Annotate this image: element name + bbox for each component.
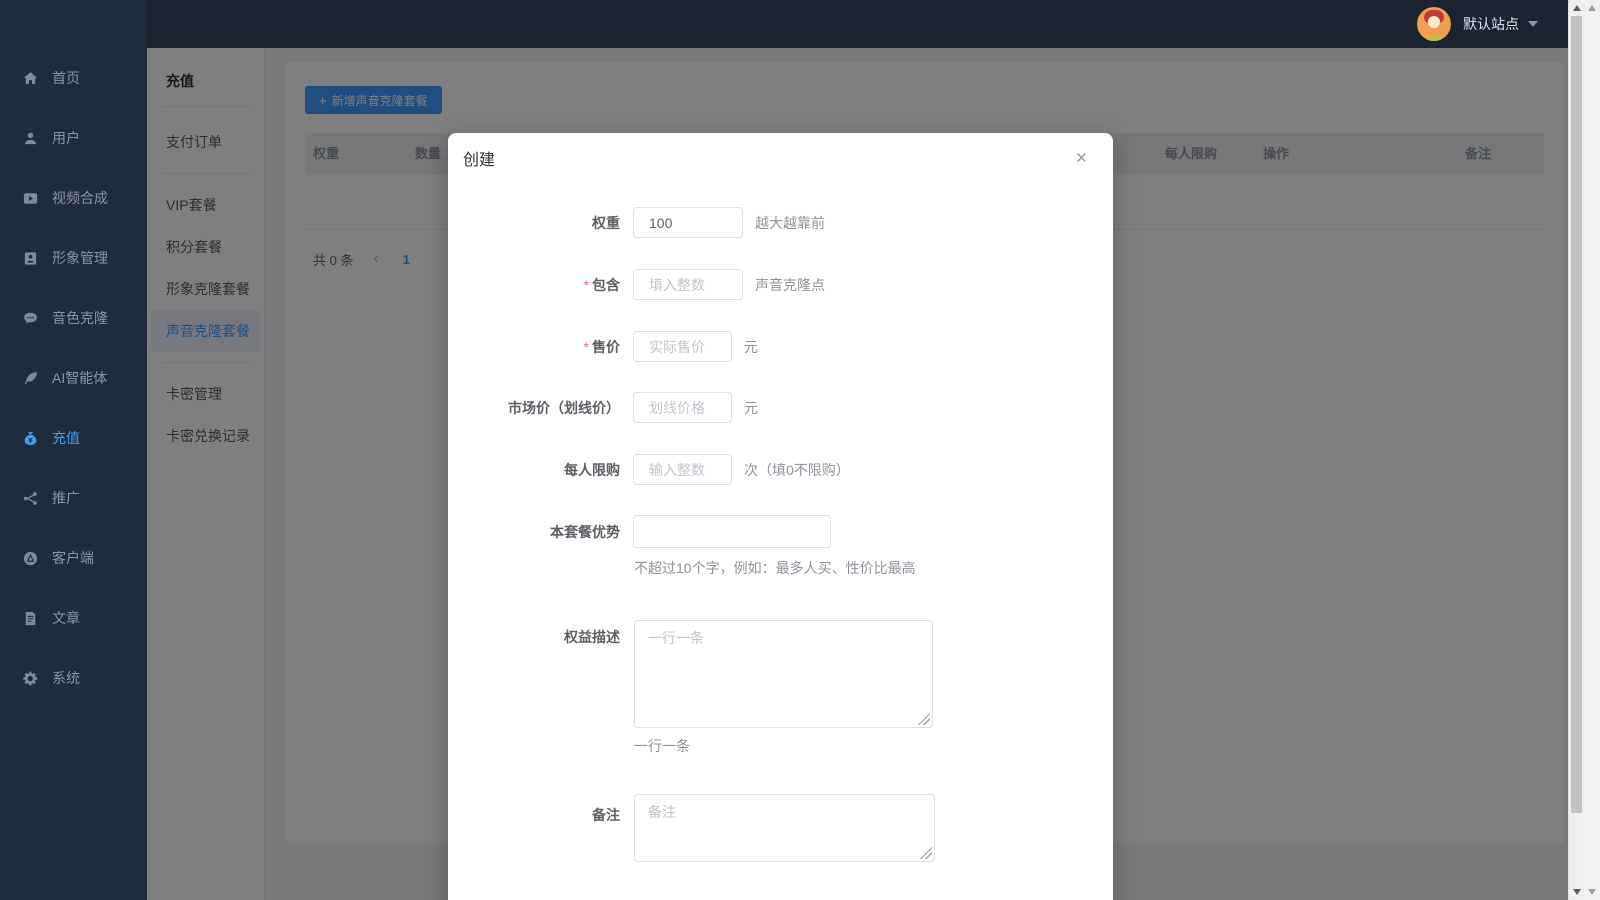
scroll-up-icon[interactable] (1573, 5, 1581, 11)
main-sidebar: 首页 用户 视频合成 形象管理 音色克隆 AI智能体 充值 推广 (0, 0, 147, 900)
form-row-weight: 权重 越大越靠前 (448, 207, 1113, 238)
dialog-title: 创建 (463, 146, 495, 170)
benefits-textarea[interactable] (634, 620, 933, 728)
sidebar-item-label: 客户端 (52, 548, 94, 568)
advantage-hint: 不超过10个字，例如：最多人买、性价比最高 (634, 558, 916, 578)
sidebar-item-label: 推广 (52, 488, 80, 508)
remark-label: 备注 (448, 805, 620, 825)
sidebar-item-users[interactable]: 用户 (0, 108, 147, 168)
purchase-limit-input[interactable] (633, 454, 732, 485)
sidebar-item-label: 文章 (52, 608, 80, 628)
speech-bubble-icon (22, 310, 39, 327)
contains-input[interactable] (633, 269, 743, 300)
sidebar-item-label: 用户 (52, 128, 80, 148)
sidebar-item-label: 形象管理 (52, 248, 108, 268)
scroll-up-icon[interactable] (1588, 5, 1596, 11)
advantage-label: 本套餐优势 (448, 522, 620, 542)
remark-textarea[interactable] (634, 794, 935, 862)
required-asterisk: * (584, 277, 589, 293)
app-store-icon (22, 550, 39, 567)
sidebar-item-home[interactable]: 首页 (0, 48, 147, 108)
weight-hint: 越大越靠前 (755, 213, 825, 233)
user-icon (22, 130, 39, 147)
sidebar-item-system[interactable]: 系统 (0, 648, 147, 708)
purchase-limit-label: 每人限购 (448, 460, 620, 480)
advantage-input[interactable] (633, 515, 831, 548)
sidebar-item-client[interactable]: 客户端 (0, 528, 147, 588)
form-row-contains: *包含 声音克隆点 (448, 269, 1113, 300)
market-price-input[interactable] (633, 392, 732, 423)
sidebar-item-voice-clone[interactable]: 音色克隆 (0, 288, 147, 348)
close-icon[interactable]: × (1076, 149, 1087, 168)
browser-scrollbar[interactable] (1584, 0, 1600, 900)
purchase-limit-hint: 次（填0不限购） (744, 460, 850, 480)
avatar-body (1426, 35, 1442, 41)
sidebar-item-video-compose[interactable]: 视频合成 (0, 168, 147, 228)
price-label: *售价 (448, 337, 620, 357)
sidebar-item-label: 视频合成 (52, 188, 108, 208)
sidebar-item-articles[interactable]: 文章 (0, 588, 147, 648)
gear-icon (22, 670, 39, 687)
avatar[interactable] (1417, 7, 1451, 41)
market-price-label: 市场价（划线价） (448, 398, 620, 418)
site-selector-label[interactable]: 默认站点 (1463, 14, 1519, 34)
form-row-purchase-limit: 每人限购 次（填0不限购） (448, 454, 1113, 485)
portrait-card-icon (22, 250, 39, 267)
scroll-down-icon[interactable] (1588, 889, 1596, 895)
modal-scrollbar[interactable] (1568, 0, 1584, 900)
sidebar-item-image-manage[interactable]: 形象管理 (0, 228, 147, 288)
sidebar-item-label: 充值 (52, 428, 80, 448)
sidebar-item-label: 首页 (52, 68, 80, 88)
form-row-price: *售价 元 (448, 331, 1113, 362)
weight-input[interactable] (633, 207, 743, 238)
contains-label: *包含 (448, 275, 620, 295)
benefits-hint: 一行一条 (634, 736, 690, 756)
sidebar-item-recharge[interactable]: 充值 (0, 408, 147, 468)
contains-hint: 声音克隆点 (755, 275, 825, 295)
market-price-hint: 元 (744, 398, 758, 418)
topbar: 默认站点 (147, 0, 1568, 48)
sidebar-item-label: 系统 (52, 668, 80, 688)
form-row-market-price: 市场价（划线价） 元 (448, 392, 1113, 423)
sidebar-item-label: AI智能体 (52, 368, 107, 388)
resize-handle-icon[interactable] (918, 713, 930, 725)
money-bag-icon (22, 430, 39, 447)
home-icon (22, 70, 39, 87)
chevron-down-icon[interactable] (1528, 21, 1538, 27)
form-row-advantage: 本套餐优势 (448, 515, 1113, 548)
document-icon (22, 610, 39, 627)
sidebar-item-ai-agent[interactable]: AI智能体 (0, 348, 147, 408)
sidebar-item-label: 音色克隆 (52, 308, 108, 328)
resize-handle-icon[interactable] (920, 847, 932, 859)
video-icon (22, 190, 39, 207)
sidebar-item-promotion[interactable]: 推广 (0, 468, 147, 528)
create-dialog: 创建 × 权重 越大越靠前 *包含 声音克隆点 *售价 元 市场价（划线价） 元… (448, 133, 1113, 900)
required-asterisk: * (584, 339, 589, 355)
price-hint: 元 (744, 337, 758, 357)
price-input[interactable] (633, 331, 732, 362)
scroll-down-icon[interactable] (1573, 889, 1581, 895)
scrollbar-thumb[interactable] (1571, 16, 1582, 813)
main-sidebar-nav: 首页 用户 视频合成 形象管理 音色克隆 AI智能体 充值 推广 (0, 48, 147, 708)
benefits-label: 权益描述 (448, 627, 620, 647)
share-nodes-icon (22, 490, 39, 507)
feather-icon (22, 370, 39, 387)
weight-label: 权重 (448, 213, 620, 233)
avatar-face (1428, 16, 1440, 28)
